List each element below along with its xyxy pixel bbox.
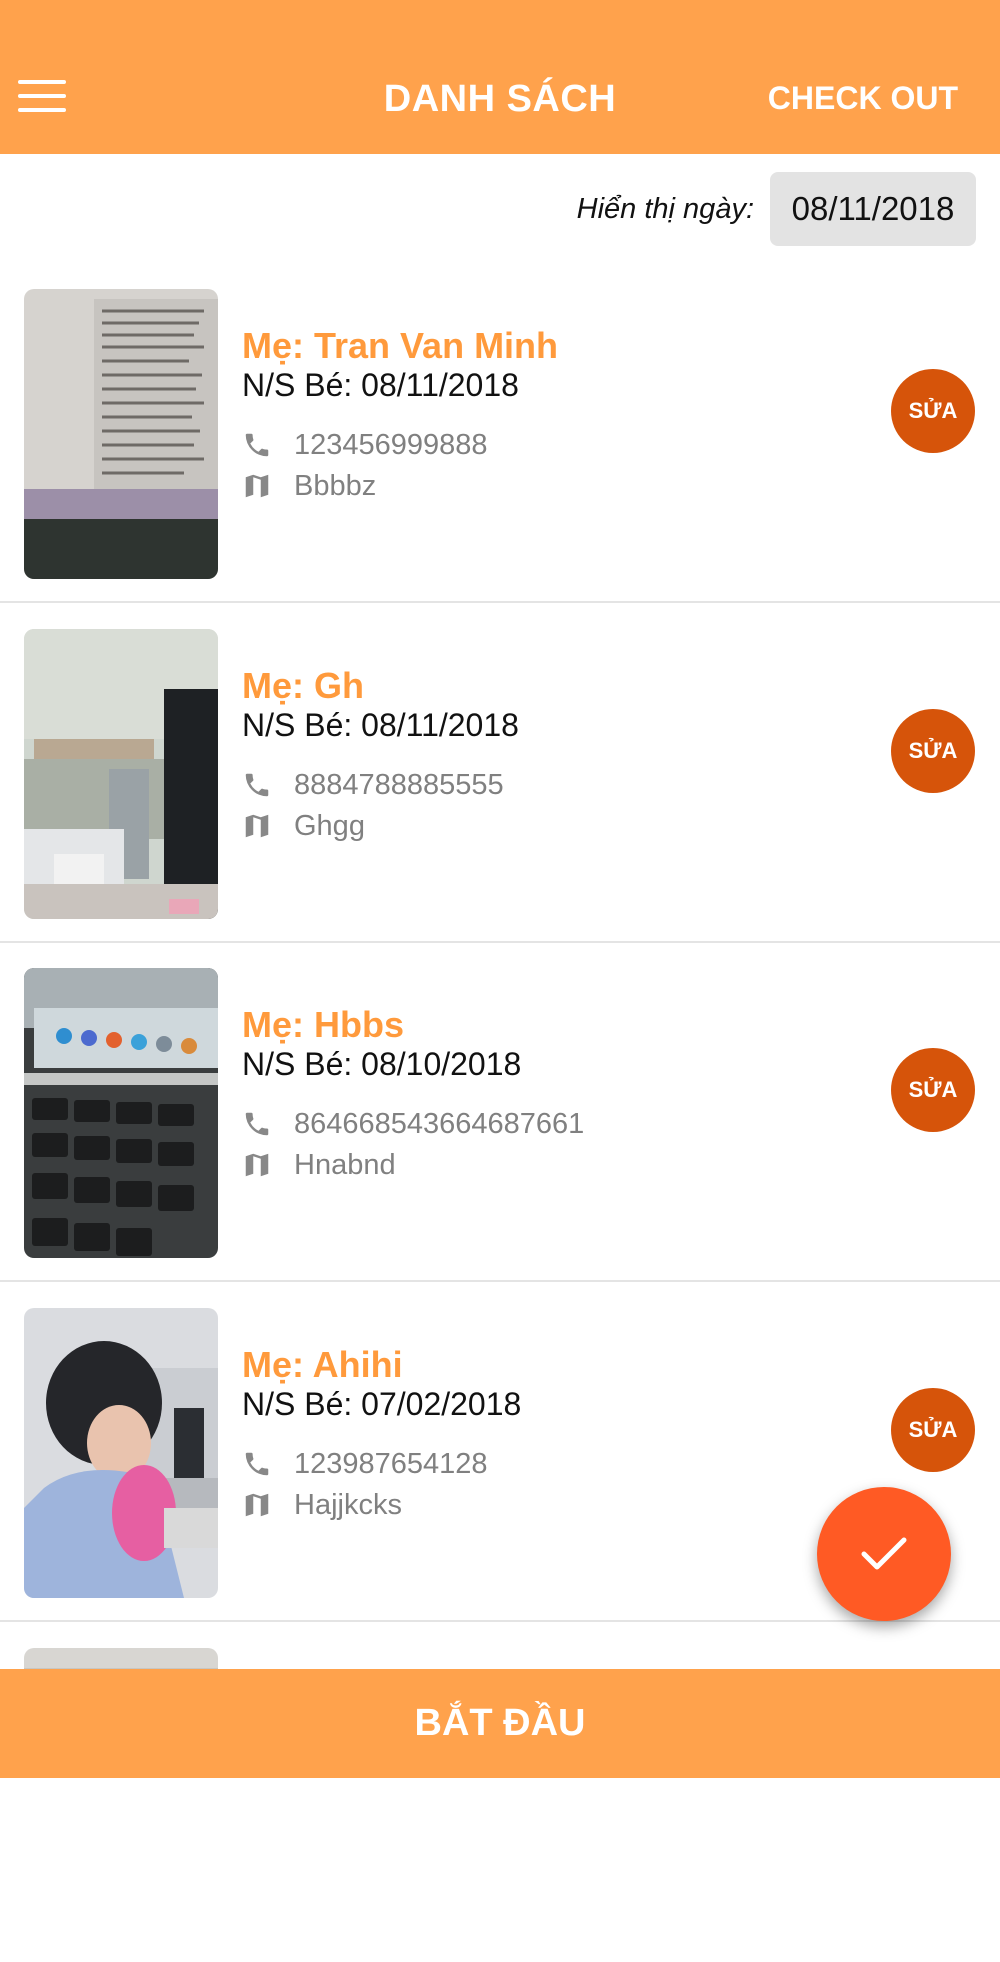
edit-button[interactable]: SỬA — [891, 1048, 975, 1132]
photo-thumbnail — [24, 289, 218, 579]
edit-button[interactable]: SỬA — [891, 1388, 975, 1472]
phone-icon — [245, 433, 269, 457]
start-button[interactable]: BẮT ĐẦU — [0, 1669, 1000, 1778]
edit-button[interactable]: SỬA — [891, 709, 975, 793]
address: Hnabnd — [294, 1148, 396, 1181]
baby-birthdate: N/S Bé: 08/10/2018 — [242, 1046, 522, 1082]
phone-number: 123987654128 — [294, 1447, 488, 1480]
phone-icon — [245, 1452, 269, 1476]
address-row: Ghgg — [242, 808, 365, 844]
map-icon — [245, 1493, 269, 1517]
baby-birthdate: N/S Bé: 07/02/2018 — [242, 1386, 522, 1422]
list-item[interactable]: Mẹ: Hbbs N/S Bé: 08/10/2018 864668543664… — [0, 942, 1000, 1282]
mother-name: Mẹ: Gh — [242, 665, 364, 706]
list-item[interactable]: Mẹ: Tran Van Minh N/S Bé: 08/11/2018 123… — [0, 263, 1000, 603]
photo-thumbnail — [24, 968, 218, 1258]
phone-number: 864668543664687661 — [294, 1107, 585, 1140]
phone-row: 123456999888 — [242, 427, 488, 463]
map-icon — [245, 474, 269, 498]
address: Hajjkcks — [294, 1488, 402, 1521]
address-row: Hajjkcks — [242, 1487, 402, 1523]
mother-name: Mẹ: Tran Van Minh — [242, 325, 559, 366]
mother-name: Mẹ: Ahihi — [242, 1344, 403, 1385]
phone-row: 864668543664687661 — [242, 1106, 584, 1142]
date-filter-label: Hiển thị ngày: — [576, 192, 754, 225]
edit-button[interactable]: SỬA — [891, 369, 975, 453]
baby-birthdate: N/S Bé: 08/11/2018 — [242, 707, 519, 743]
phone-number: 123456999888 — [294, 428, 488, 461]
map-icon — [245, 814, 269, 838]
phone-icon — [245, 773, 269, 797]
address-row: Bbbbz — [242, 468, 376, 504]
phone-row: 123987654128 — [242, 1446, 488, 1482]
list-item[interactable]: Mẹ: Gh N/S Bé: 08/11/2018 8884788885555 … — [0, 603, 1000, 943]
address-row: Hnabnd — [242, 1147, 396, 1183]
mother-name: Mẹ: Hbbs — [242, 1004, 404, 1045]
app-header: DANH SÁCH CHECK OUT — [0, 0, 1000, 154]
address: Ghgg — [294, 809, 365, 842]
confirm-fab[interactable] — [817, 1487, 951, 1621]
check-icon — [861, 1537, 907, 1570]
phone-icon — [245, 1112, 269, 1136]
phone-row: 8884788885555 — [242, 767, 504, 803]
map-icon — [245, 1153, 269, 1177]
photo-thumbnail — [24, 1308, 218, 1598]
baby-birthdate: N/S Bé: 08/11/2018 — [242, 367, 519, 403]
address: Bbbbz — [294, 469, 377, 502]
date-picker[interactable]: 08/11/2018 — [770, 172, 976, 246]
checkout-button[interactable]: CHECK OUT — [768, 80, 958, 117]
date-filter: Hiển thị ngày: 08/11/2018 — [577, 172, 976, 246]
phone-number: 8884788885555 — [294, 768, 504, 801]
photo-thumbnail — [24, 629, 218, 919]
